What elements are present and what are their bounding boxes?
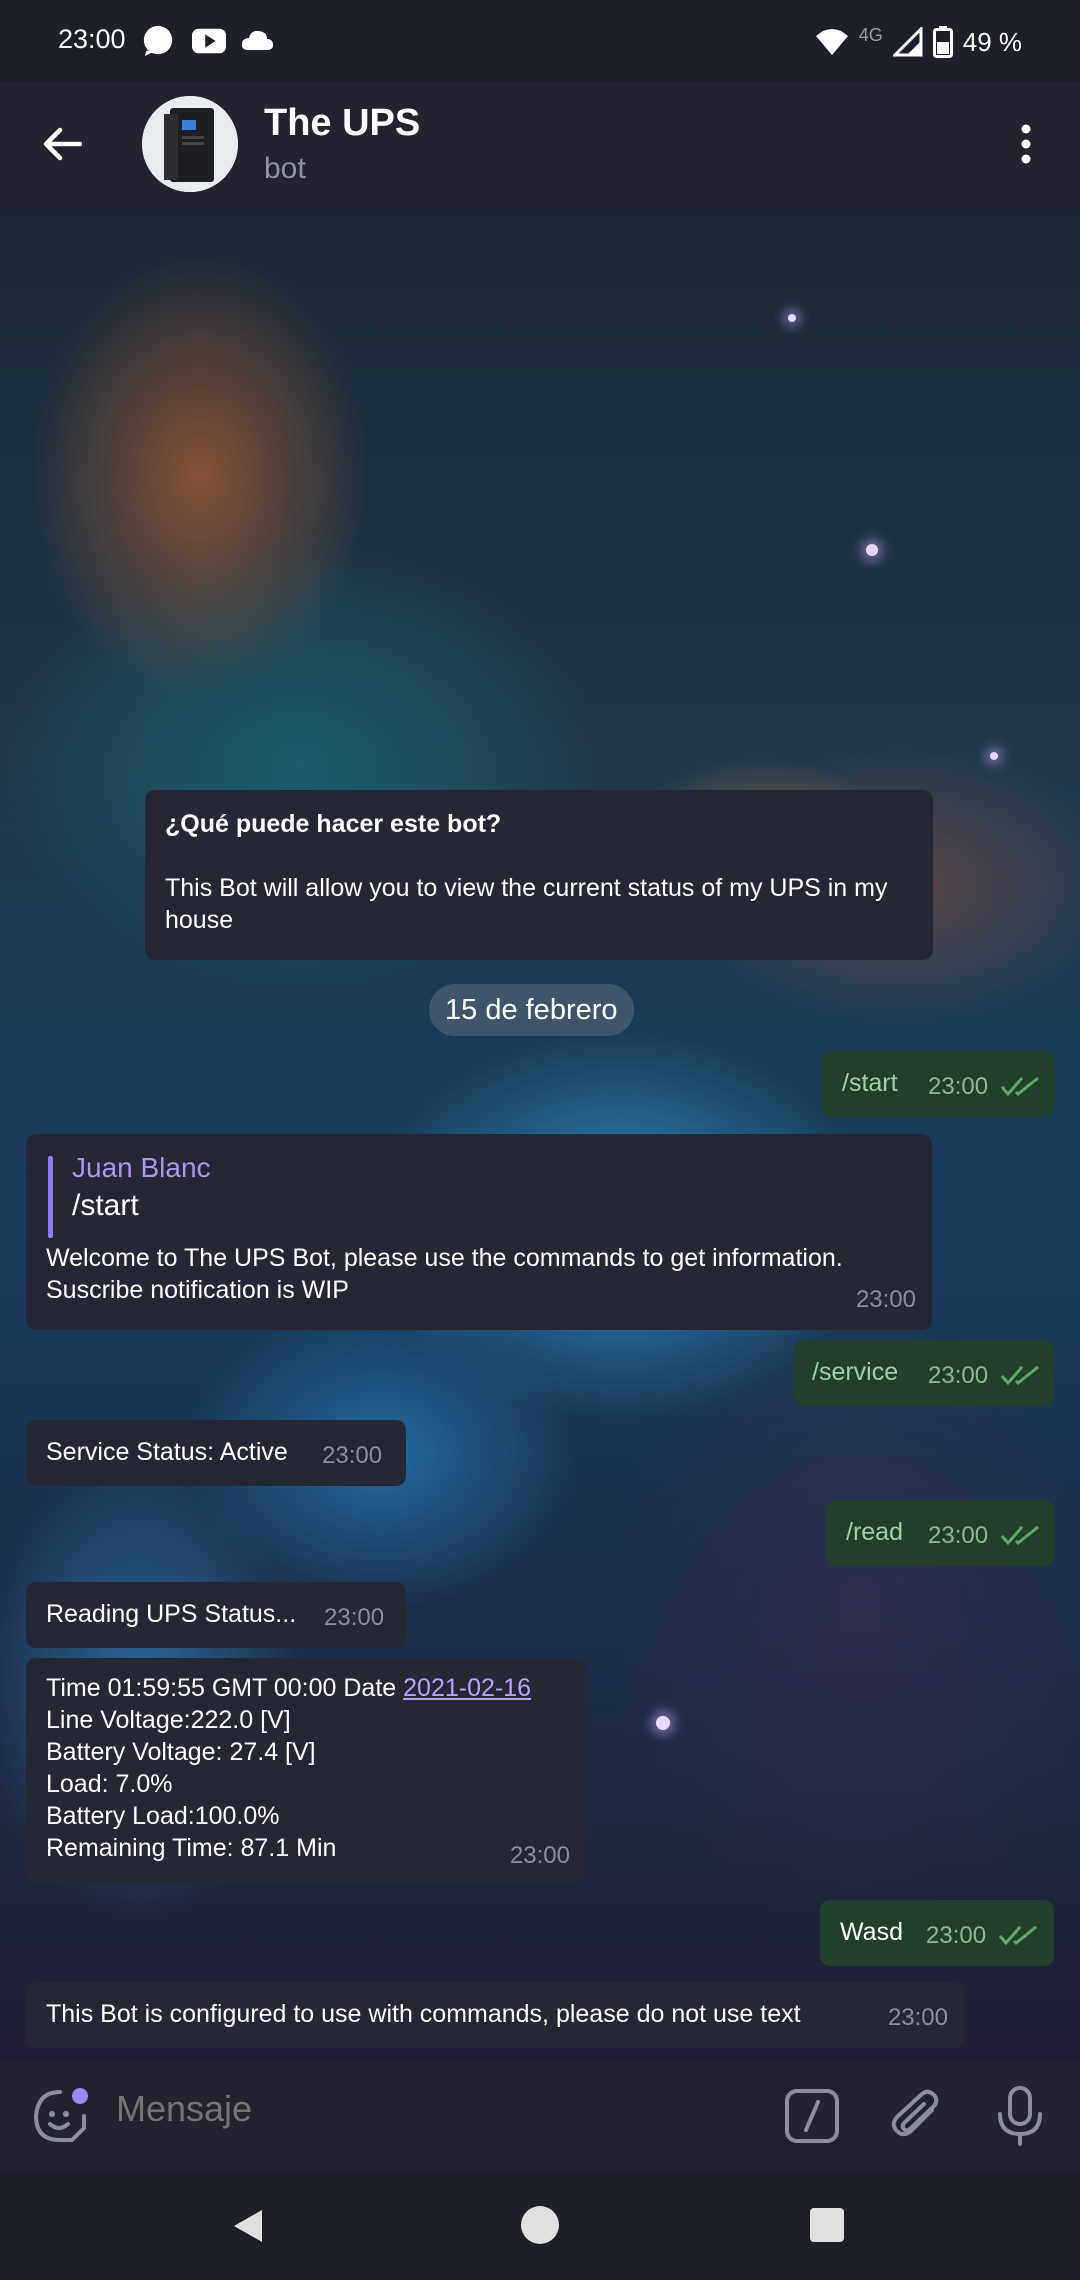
battery-icon bbox=[932, 26, 953, 58]
signal-icon bbox=[892, 27, 923, 57]
message-time: 23:00 bbox=[928, 1073, 989, 1100]
message-line: Time 01:59:55 GMT 00:00 Date 2021-02-16 bbox=[46, 1672, 531, 1704]
avatar[interactable] bbox=[142, 96, 238, 192]
microphone-icon bbox=[998, 2086, 1042, 2146]
nav-home-icon[interactable] bbox=[521, 2206, 559, 2244]
bot-info-text: This Bot will allow you to view the curr… bbox=[165, 874, 888, 934]
chat-header: The UPS bot bbox=[0, 82, 1080, 206]
battery-percent: 49 % bbox=[962, 26, 1022, 57]
message-text: Battery Load:100.0% bbox=[46, 1802, 280, 1830]
star-decoration bbox=[990, 752, 998, 760]
slash-command-icon bbox=[785, 2089, 839, 2143]
date-link[interactable]: 2021-02-16 bbox=[403, 1674, 531, 1702]
status-bar: 23:00 4G 49 % bbox=[0, 0, 1080, 82]
message-text: Battery Voltage: 27.4 [V] bbox=[46, 1738, 316, 1766]
message-time: 23:00 bbox=[324, 1604, 385, 1631]
message-outgoing[interactable]: Wasd 23:00 bbox=[820, 1900, 1054, 1966]
paperclip-icon bbox=[891, 2089, 939, 2137]
attach-button[interactable] bbox=[888, 2086, 948, 2146]
more-vertical-icon bbox=[1021, 124, 1031, 164]
system-navigation-bar bbox=[0, 2172, 1080, 2280]
message-text: Remaining Time: 87.1 Min bbox=[46, 1834, 337, 1862]
double-check-icon bbox=[1000, 1365, 1039, 1386]
arrow-left-icon bbox=[43, 127, 82, 161]
message-time: 23:00 bbox=[509, 1842, 570, 1869]
message-incoming[interactable]: This Bot is configured to use with comma… bbox=[26, 1982, 964, 2048]
bot-commands-button[interactable] bbox=[782, 2086, 842, 2146]
chat-bubble-icon bbox=[143, 25, 173, 57]
message-text: /start bbox=[842, 1069, 898, 1097]
sticker-icon bbox=[33, 2088, 88, 2142]
message-text: Suscribe notification is WIP bbox=[46, 1276, 349, 1304]
chat-area[interactable]: ¿Qué puede hacer este bot? This Bot will… bbox=[0, 206, 1080, 2060]
message-text: Load: 7.0% bbox=[46, 1770, 173, 1798]
message-incoming[interactable]: Juan Blanc /start Welcome to The UPS Bot… bbox=[26, 1134, 932, 1330]
message-time: 23:00 bbox=[855, 1286, 916, 1313]
message-time: 23:00 bbox=[887, 2004, 948, 2031]
message-text: Line Voltage:222.0 [V] bbox=[46, 1706, 291, 1734]
star-decoration bbox=[656, 1716, 670, 1730]
double-check-icon bbox=[1000, 1525, 1039, 1546]
message-text: This Bot is configured to use with comma… bbox=[46, 2000, 801, 2028]
message-text: Service Status: Active bbox=[46, 1438, 288, 1466]
message-outgoing[interactable]: /service 23:00 bbox=[794, 1340, 1054, 1406]
back-button[interactable] bbox=[28, 110, 96, 178]
message-text: /service bbox=[812, 1358, 899, 1386]
message-time: 23:00 bbox=[928, 1522, 989, 1549]
network-type: 4G bbox=[858, 24, 883, 45]
message-time: 23:00 bbox=[928, 1362, 989, 1389]
sticker-button[interactable] bbox=[30, 2086, 90, 2146]
reply-author: Juan Blanc bbox=[72, 1152, 211, 1183]
double-check-icon bbox=[998, 1925, 1037, 1946]
chat-subtitle: bot bbox=[264, 152, 306, 185]
status-right: 4G 49 % bbox=[815, 22, 1022, 62]
message-incoming[interactable]: Time 01:59:55 GMT 00:00 Date 2021-02-16 … bbox=[26, 1658, 586, 1884]
star-decoration bbox=[788, 314, 796, 322]
double-check-icon bbox=[1000, 1076, 1039, 1097]
message-outgoing[interactable]: /read 23:00 bbox=[826, 1500, 1054, 1566]
star-decoration bbox=[866, 544, 878, 556]
more-options-button[interactable] bbox=[992, 110, 1060, 178]
message-time: 23:00 bbox=[322, 1442, 383, 1469]
message-outgoing[interactable]: /start 23:00 bbox=[822, 1051, 1054, 1117]
date-separator: 15 de febrero bbox=[429, 984, 634, 1036]
message-input[interactable] bbox=[116, 2088, 716, 2130]
cloud-icon bbox=[241, 30, 273, 50]
status-time: 23:00 bbox=[58, 24, 126, 54]
message-incoming[interactable]: Reading UPS Status... 23:00 bbox=[26, 1582, 406, 1648]
message-text: /read bbox=[846, 1518, 903, 1546]
bot-info-card: ¿Qué puede hacer este bot? This Bot will… bbox=[145, 790, 933, 960]
wifi-icon bbox=[815, 29, 848, 55]
nav-recents-icon[interactable] bbox=[810, 2208, 844, 2242]
nav-back-icon[interactable] bbox=[228, 2206, 268, 2246]
message-text: Reading UPS Status... bbox=[46, 1600, 297, 1628]
youtube-icon bbox=[192, 28, 226, 54]
message-incoming[interactable]: Service Status: Active 23:00 bbox=[26, 1420, 406, 1486]
message-text: Wasd bbox=[840, 1918, 903, 1946]
voice-message-button[interactable] bbox=[990, 2084, 1050, 2148]
chat-title: The UPS bbox=[264, 102, 421, 144]
reply-text: /start bbox=[72, 1189, 139, 1222]
reply-bar bbox=[48, 1156, 53, 1238]
message-text: Welcome to The UPS Bot, please use the c… bbox=[46, 1244, 843, 1272]
message-text: Time 01:59:55 GMT 00:00 Date bbox=[46, 1674, 404, 1702]
bot-info-title: ¿Qué puede hacer este bot? bbox=[165, 810, 502, 838]
message-time: 23:00 bbox=[926, 1922, 987, 1949]
message-composer bbox=[0, 2060, 1080, 2172]
ups-device-icon bbox=[142, 96, 238, 192]
